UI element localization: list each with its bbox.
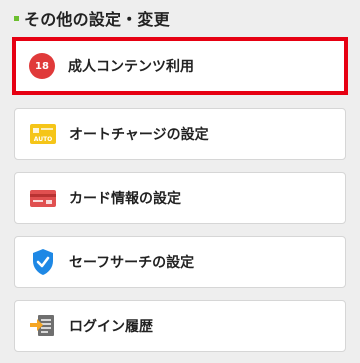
- auto-charge-card-icon: AUTO: [29, 120, 57, 148]
- menu-item-label: 成人コンテンツ利用: [68, 59, 194, 75]
- menu-item-safe-search[interactable]: セーフサーチの設定: [14, 236, 346, 288]
- section-title: その他の設定・変更: [24, 10, 170, 29]
- section-marker: [14, 15, 19, 21]
- login-history-icon: [29, 312, 57, 340]
- menu-item-label: セーフサーチの設定: [69, 255, 195, 271]
- menu-item-login-history[interactable]: ログイン履歴: [14, 300, 346, 352]
- age-18-badge-icon: 18: [28, 52, 56, 80]
- menu-item-card-info[interactable]: カード情報の設定: [14, 172, 346, 224]
- section-header: その他の設定・変更: [14, 6, 170, 30]
- credit-card-icon: [29, 184, 57, 212]
- menu-item-label: カード情報の設定: [69, 191, 181, 207]
- menu-item-adult-content[interactable]: 18 成人コンテンツ利用: [12, 37, 348, 95]
- menu-item-auto-charge[interactable]: AUTO オートチャージの設定: [14, 108, 346, 160]
- age-badge-text: 18: [29, 53, 55, 79]
- menu-item-label: ログイン履歴: [69, 319, 153, 335]
- menu-item-label: オートチャージの設定: [69, 127, 209, 143]
- auto-badge-text: AUTO: [34, 136, 53, 143]
- shield-check-icon: [29, 248, 57, 276]
